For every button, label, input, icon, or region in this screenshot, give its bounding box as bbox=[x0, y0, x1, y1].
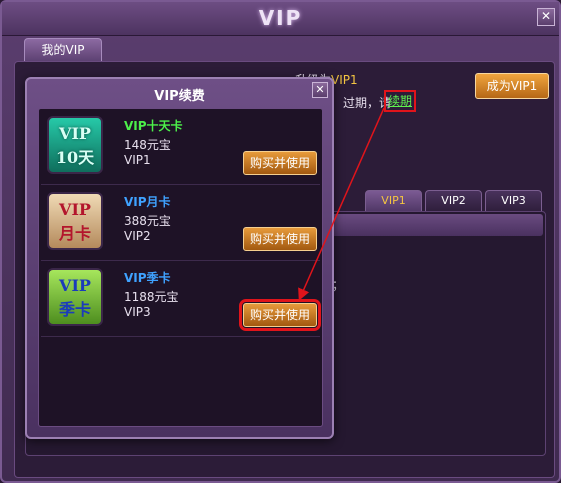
card-name: VIP月卡 bbox=[124, 195, 171, 209]
vip-month-card-icon: VIP 月卡 bbox=[47, 192, 103, 250]
tab-vip3[interactable]: VIP3 bbox=[485, 190, 542, 212]
vip-renewal-dialog: VIP续费 ✕ VIP 10天 VIP十天卡 148元宝 VIP1 购买并使用 … bbox=[25, 77, 334, 439]
card-name: VIP十天卡 bbox=[124, 119, 183, 133]
vip-card-list: VIP 10天 VIP十天卡 148元宝 VIP1 购买并使用 VIP 月卡 V… bbox=[38, 108, 323, 427]
tab-vip2[interactable]: VIP2 bbox=[425, 190, 482, 212]
window-title: VIP bbox=[258, 6, 303, 30]
vip-season-card-icon: VIP 季卡 bbox=[47, 268, 103, 326]
card-price: 148元宝 bbox=[124, 138, 171, 152]
buy-and-use-button-month[interactable]: 购买并使用 bbox=[243, 227, 317, 251]
card-level: VIP3 bbox=[124, 305, 151, 319]
card-price: 388元宝 bbox=[124, 214, 171, 228]
card-row-10day: VIP 10天 VIP十天卡 148元宝 VIP1 购买并使用 bbox=[41, 111, 320, 185]
card-level: VIP2 bbox=[124, 229, 151, 243]
renew-link[interactable]: 续期 bbox=[384, 90, 416, 112]
buy-and-use-button-season[interactable]: 购买并使用 bbox=[239, 299, 321, 331]
card-row-season: VIP 季卡 VIP季卡 1188元宝 VIP3 购买并使用 bbox=[41, 263, 321, 337]
card-name: VIP季卡 bbox=[124, 271, 171, 285]
tab-vip1[interactable]: VIP1 bbox=[365, 190, 422, 212]
become-vip-button[interactable]: 成为VIP1 bbox=[475, 73, 549, 99]
card-price: 1188元宝 bbox=[124, 290, 179, 304]
dialog-title: VIP续费 bbox=[154, 89, 205, 104]
upgrade-vip-level: VIP1 bbox=[331, 73, 358, 87]
vip-10day-card-icon: VIP 10天 bbox=[47, 116, 103, 174]
close-button[interactable]: ✕ bbox=[537, 8, 555, 26]
dialog-close-button[interactable]: ✕ bbox=[312, 82, 328, 98]
card-level: VIP1 bbox=[124, 153, 151, 167]
tab-my-vip[interactable]: 我的VIP bbox=[24, 38, 102, 62]
title-bar[interactable]: VIP ✕ bbox=[2, 2, 559, 36]
card-row-month: VIP 月卡 VIP月卡 388元宝 VIP2 购买并使用 bbox=[41, 187, 320, 261]
buy-and-use-button-10day[interactable]: 购买并使用 bbox=[243, 151, 317, 175]
